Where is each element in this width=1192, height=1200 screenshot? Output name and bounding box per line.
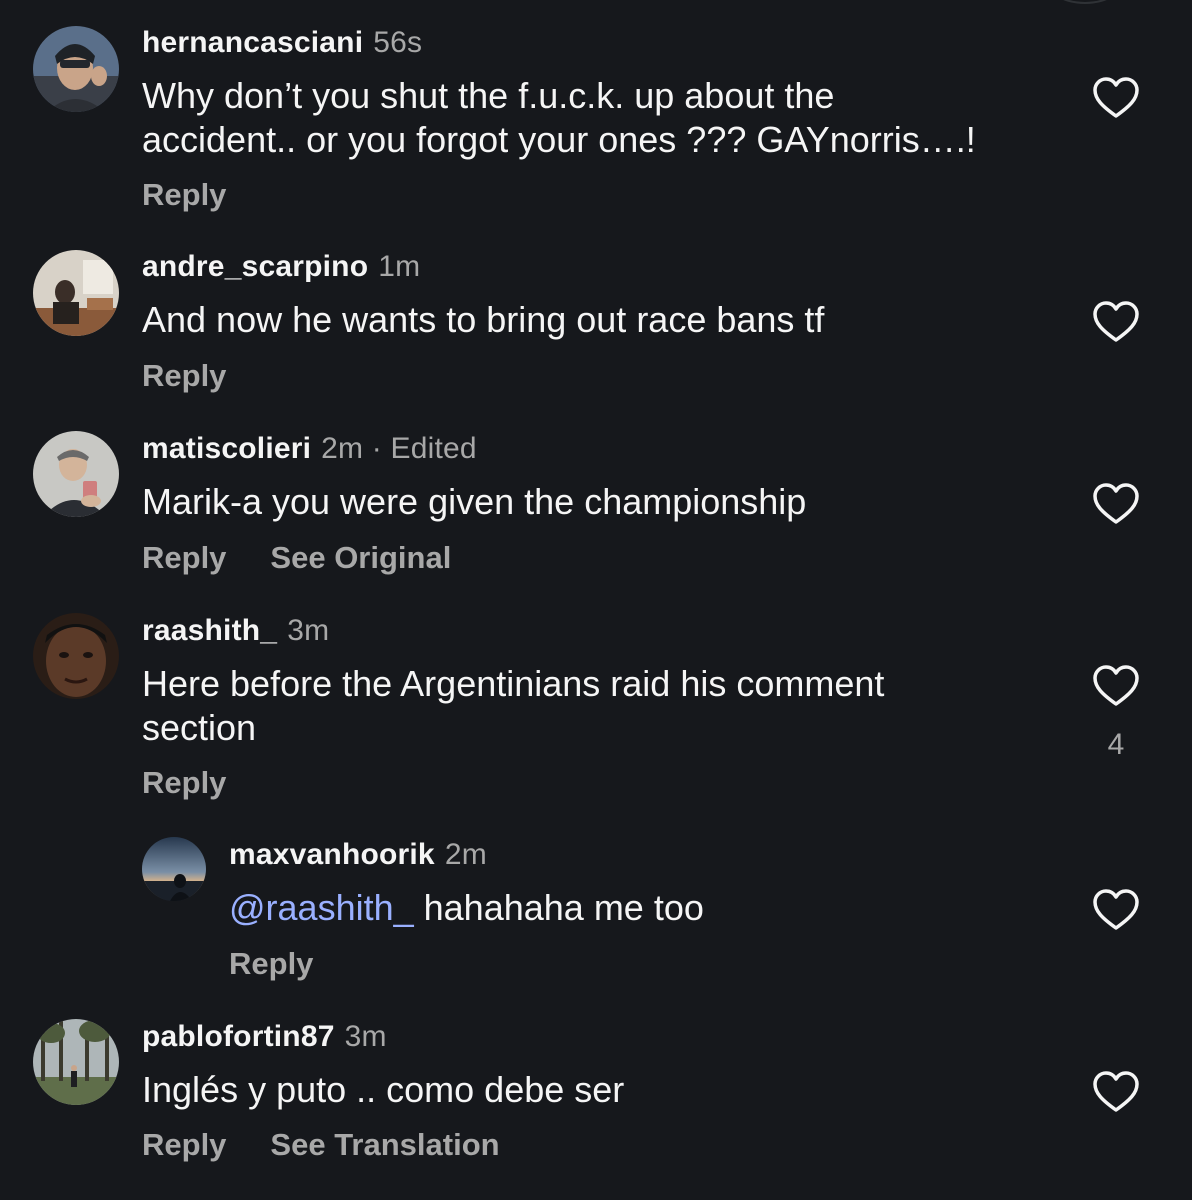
edited-label: · Edited: [363, 432, 477, 465]
username-text[interactable]: maxvanhoorik: [229, 838, 435, 871]
comment-actions: Reply See Original: [142, 540, 451, 576]
avatar[interactable]: [33, 613, 119, 699]
see-original-button[interactable]: See Original: [270, 540, 451, 575]
heart-outline-icon[interactable]: [1092, 888, 1140, 932]
comment-text: Here before the Argentinians raid his co…: [142, 662, 884, 750]
comment-time: 2m: [444, 838, 487, 871]
username-text[interactable]: andre_scarpino: [142, 250, 368, 283]
top-avatar-edge: [1040, 0, 1130, 4]
comment-text-line: And now he wants to bring out race bans …: [142, 299, 825, 340]
comment-username[interactable]: matiscolieri 2m · Edited: [142, 432, 477, 466]
avatar[interactable]: [142, 837, 206, 901]
mention-link[interactable]: @raashith_: [229, 887, 414, 928]
comment-text: Why don’t you shut the f.u.c.k. up about…: [142, 74, 976, 162]
username-text[interactable]: hernancasciani: [142, 26, 363, 59]
avatar[interactable]: [33, 26, 119, 112]
comment-text-line: Why don’t you shut the f.u.c.k. up about…: [142, 75, 835, 116]
avatar[interactable]: [33, 1019, 119, 1105]
comment-username[interactable]: hernancasciani 56s: [142, 26, 422, 60]
heart-outline-icon[interactable]: [1092, 76, 1140, 120]
comment-text-line: accident.. or you forgot your ones ??? G…: [142, 119, 976, 160]
comment-actions: Reply: [142, 358, 226, 394]
username-text[interactable]: pablofortin87: [142, 1020, 335, 1053]
username-text[interactable]: raashith_: [142, 614, 277, 647]
comment-actions: Reply: [229, 946, 313, 982]
comment-time: 2m: [321, 432, 364, 465]
username-text[interactable]: matiscolieri: [142, 432, 311, 465]
heart-outline-icon[interactable]: [1092, 482, 1140, 526]
comment-username[interactable]: pablofortin87 3m: [142, 1020, 387, 1054]
comment-text-line: Inglés y puto .. como debe ser: [142, 1069, 625, 1110]
reply-button[interactable]: Reply: [229, 946, 313, 981]
comment-text: Inglés y puto .. como debe ser: [142, 1068, 624, 1112]
like-count: 4: [1107, 728, 1125, 761]
heart-outline-icon[interactable]: [1092, 664, 1140, 708]
avatar[interactable]: [33, 431, 119, 517]
heart-outline-icon[interactable]: [1092, 300, 1140, 344]
comment-text-line: hahahaha me too: [413, 887, 704, 928]
comment-username[interactable]: raashith_ 3m: [142, 614, 329, 648]
comment-time: 1m: [378, 250, 421, 283]
comment-time: 3m: [344, 1020, 387, 1053]
reply-button[interactable]: Reply: [142, 358, 226, 393]
comment-username[interactable]: andre_scarpino 1m: [142, 250, 420, 284]
avatar[interactable]: [33, 250, 119, 336]
comment-actions: Reply: [142, 765, 226, 801]
comment-time: 3m: [287, 614, 330, 647]
reply-button[interactable]: Reply: [142, 765, 226, 800]
reply-button[interactable]: Reply: [142, 177, 226, 212]
comment-text: And now he wants to bring out race bans …: [142, 298, 824, 342]
comment-actions: Reply: [142, 177, 226, 213]
comment-text-line: section: [142, 707, 257, 748]
comment-actions: Reply See Translation: [142, 1127, 500, 1163]
heart-outline-icon[interactable]: [1092, 1070, 1140, 1114]
see-translation-button[interactable]: See Translation: [270, 1127, 499, 1162]
comment-text-line: Marik-a you were given the championship: [142, 481, 807, 522]
reply-button[interactable]: Reply: [142, 540, 226, 575]
comment-time: 56s: [373, 26, 423, 59]
comment-text-line: Here before the Argentinians raid his co…: [142, 663, 885, 704]
comment-text: Marik-a you were given the championship: [142, 480, 806, 524]
comment-username[interactable]: maxvanhoorik 2m: [229, 838, 487, 872]
reply-button[interactable]: Reply: [142, 1127, 226, 1162]
comment-text: @raashith_ hahahaha me too: [229, 886, 704, 930]
